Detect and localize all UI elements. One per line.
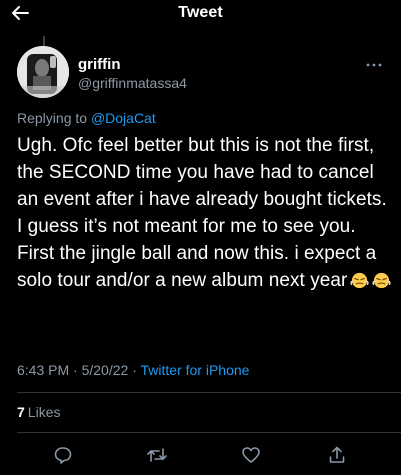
page-title: Tweet [178, 4, 223, 21]
share-button[interactable] [326, 444, 348, 466]
author-handle[interactable]: @griffinmatassa4 [78, 75, 187, 91]
mention-link[interactable]: @DojaCat [91, 110, 156, 126]
like-button[interactable] [240, 444, 262, 466]
author-name[interactable]: griffin [78, 56, 121, 73]
reply-button[interactable] [52, 444, 74, 466]
tweet-date: 5/20/22 [81, 362, 129, 378]
tweet-source-link[interactable]: Twitter for iPhone [141, 362, 250, 378]
top-bar: Tweet [0, 0, 401, 28]
meta-separator: · [73, 362, 78, 378]
avatar-photo [17, 46, 69, 98]
reply-icon [54, 447, 72, 464]
avatar[interactable] [17, 46, 69, 98]
likes-count: 7 [17, 404, 25, 420]
steaming-face-emoji-icon [372, 272, 392, 289]
share-icon [329, 446, 345, 463]
retweet-button[interactable] [146, 444, 168, 466]
likes-label: Likes [27, 404, 61, 420]
meta-separator: · [132, 362, 137, 378]
replying-to-label: Replying to [17, 110, 91, 126]
more-dots-icon [366, 63, 382, 67]
steaming-face-emoji-icon [350, 272, 370, 289]
tweet-time: 6:43 PM [17, 362, 70, 378]
tweet-metadata: 6:43 PM · 5/20/22 · Twitter for iPhone [17, 362, 249, 378]
divider [17, 432, 401, 433]
retweet-icon [147, 448, 167, 462]
heart-icon [242, 447, 260, 463]
divider [17, 392, 401, 393]
tweet-body: Ugh. Ofc feel better but this is not the… [17, 132, 395, 294]
thread-connector-line [43, 36, 45, 46]
likes-stat[interactable]: 7 Likes [17, 404, 60, 420]
more-options-button[interactable] [362, 58, 386, 72]
replying-to-line: Replying to @DojaCat [17, 110, 156, 126]
tweet-text: Ugh. Ofc feel better but this is not the… [17, 135, 387, 291]
